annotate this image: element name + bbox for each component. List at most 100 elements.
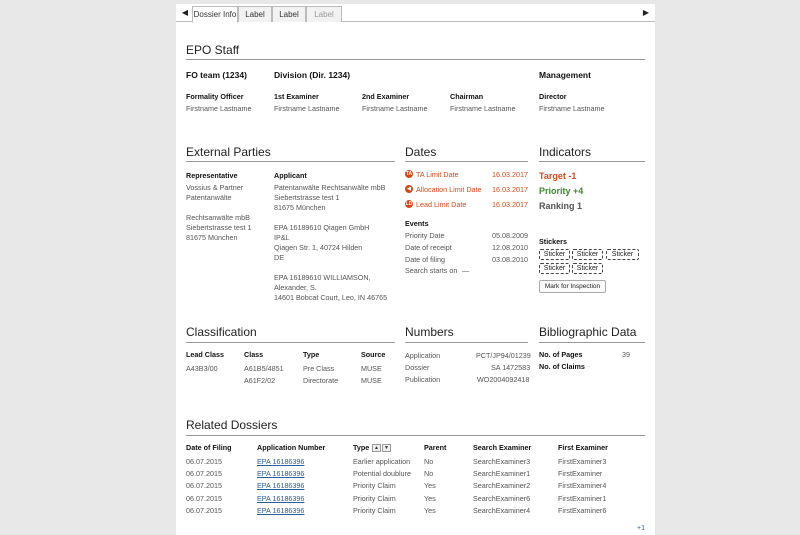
- row-application-number[interactable]: EPA 16186396: [257, 494, 304, 503]
- col-type[interactable]: Type: [353, 443, 369, 452]
- class-value: A61B5/4851: [244, 364, 284, 373]
- col-application-number: Application Number: [257, 443, 326, 452]
- row-date-of-filing: 06.07.2015: [186, 469, 222, 479]
- source-value: MUSE: [361, 376, 382, 385]
- epo-staff-heading: EPO Staff: [186, 43, 240, 57]
- row-application-number[interactable]: EPA 16186396: [257, 506, 304, 515]
- applicant-line: DE: [274, 253, 284, 262]
- sticker[interactable]: Sticker: [606, 249, 639, 260]
- row-type: Priority Claim: [353, 481, 396, 491]
- lead-class-value: A43B3/00: [186, 364, 218, 373]
- dossier-panel: ◀ Dossier Info Label Label Label ▶ EPO S…: [176, 4, 655, 535]
- row-application-number[interactable]: EPA 16186396: [257, 481, 304, 490]
- row-search-examiner: SearchExaminer4: [473, 505, 531, 515]
- no-of-pages-value: 39: [622, 350, 630, 359]
- tab-dossier-info[interactable]: Dossier Info: [192, 6, 238, 23]
- name-formality-officer: Firstname Lastname: [186, 104, 252, 113]
- events-label: Events: [405, 219, 429, 228]
- sticker[interactable]: Sticker: [572, 263, 603, 274]
- tab-bar: ◀ Dossier Info Label Label Label ▶: [176, 4, 655, 23]
- row-parent: Yes: [424, 493, 436, 503]
- ta-limit-value: 16.03.2017: [492, 170, 528, 179]
- applicant-line: IP&L: [274, 233, 290, 242]
- representative-line: Siebertstrasse test 1: [186, 223, 252, 232]
- classification-heading: Classification: [186, 325, 257, 339]
- tab-scroll-left-icon[interactable]: ◀: [178, 4, 192, 22]
- target-indicator: Target -1: [539, 171, 577, 181]
- row-search-examiner: SearchExaminer3: [473, 457, 531, 466]
- class-value: A61F2/02: [244, 376, 276, 385]
- division-label: Division (Dir. 1234): [274, 70, 351, 80]
- sticker[interactable]: Sticker: [539, 263, 570, 274]
- number-label: Application: [405, 351, 441, 360]
- role-chairman: Chairman: [450, 92, 484, 101]
- more-related-link[interactable]: +1: [637, 525, 645, 532]
- epo-staff-rule: [186, 59, 645, 60]
- ta-limit-icon: TA: [405, 170, 413, 178]
- row-parent: No: [424, 457, 434, 466]
- stickers-label: Stickers: [539, 237, 567, 246]
- bibliographic-rule: [539, 342, 645, 343]
- sticker[interactable]: Sticker: [572, 249, 603, 260]
- row-application-number[interactable]: EPA 16186396: [257, 469, 304, 478]
- row-search-examiner: SearchExaminer2: [473, 481, 531, 491]
- tab-label-2[interactable]: Label: [272, 6, 306, 22]
- lead-limit-value: 16.03.2017: [492, 200, 528, 209]
- row-application-number[interactable]: EPA 16186396: [257, 457, 304, 466]
- row-first-examiner: FirstExaminer: [558, 469, 603, 479]
- applicant-line: Qiagen Str. 1, 40724 Hilden: [274, 243, 363, 252]
- row-search-examiner: SearchExaminer1: [473, 469, 531, 479]
- col-first-examiner: First Examiner: [558, 443, 608, 452]
- lead-limit-icon: LD: [405, 200, 413, 208]
- sort-up-icon[interactable]: ▲: [372, 444, 381, 452]
- indicators-rule: [539, 161, 645, 162]
- related-dossiers-heading: Related Dossiers: [186, 418, 278, 432]
- row-type: Priority Claim: [353, 493, 396, 503]
- numbers-heading: Numbers: [405, 325, 454, 339]
- col-date-of-filing: Date of Filing: [186, 443, 232, 452]
- event-value: 03.08.2010: [492, 255, 528, 264]
- row-type: Priority Claim: [353, 505, 396, 515]
- event-value: —: [462, 266, 470, 275]
- number-value: PCT/JP94/01239: [476, 351, 531, 360]
- management-label: Management: [539, 70, 591, 80]
- name-2nd-examiner: Firstname Lastname: [362, 104, 428, 113]
- tab-label-1[interactable]: Label: [238, 6, 272, 22]
- number-label: Publication: [405, 375, 441, 384]
- applicant-line: Siebertstrasse test 1: [274, 193, 340, 202]
- no-of-pages-label: No. of Pages: [539, 350, 583, 359]
- allocation-limit-value: 16.03.2017: [492, 185, 528, 194]
- row-parent: No: [424, 469, 434, 479]
- numbers-rule: [405, 342, 528, 343]
- related-dossiers-rule: [186, 435, 645, 436]
- tab-label-3: Label: [306, 6, 342, 22]
- applicant-line: EPA 16189610 Qiagen GmbH: [274, 223, 370, 232]
- applicant-line: 14601 Bobcat Court, Leo, IN 46765: [274, 293, 388, 302]
- col-search-examiner: Search Examiner: [473, 443, 532, 452]
- row-first-examiner: FirstExaminer6: [558, 505, 607, 515]
- row-date-of-filing: 06.07.2015: [186, 493, 222, 503]
- type-value: Directorate: [303, 376, 339, 385]
- representative-line: 81675 München: [186, 233, 238, 242]
- type-value: Pre Class: [303, 364, 335, 373]
- indicators-heading: Indicators: [539, 145, 592, 159]
- sticker[interactable]: Sticker: [539, 249, 570, 260]
- col-parent: Parent: [424, 443, 447, 452]
- dates-rule: [405, 161, 528, 162]
- row-date-of-filing: 06.07.2015: [186, 457, 222, 466]
- classification-rule: [186, 342, 395, 343]
- row-first-examiner: FirstExaminer1: [558, 493, 607, 503]
- col-class: Class: [244, 350, 264, 359]
- representative-line: Rechtsanwälte mbB: [186, 213, 250, 222]
- row-type: Potential doublure: [353, 469, 411, 479]
- number-label: Dossier: [405, 363, 430, 372]
- representative-line: Patentanwälte: [186, 193, 232, 202]
- ranking-indicator: Ranking 1: [539, 201, 583, 211]
- applicant-line: 81675 München: [274, 203, 326, 212]
- sort-down-icon[interactable]: ▼: [382, 444, 391, 452]
- name-chairman: Firstname Lastname: [450, 104, 516, 113]
- mark-for-inspection-button[interactable]: Mark for Inspection: [539, 280, 606, 293]
- event-value: 12.08.2010: [492, 243, 528, 252]
- tab-scroll-right-icon[interactable]: ▶: [639, 4, 653, 22]
- applicant-line: EPA 16189610 WILLIAMSON,: [274, 273, 371, 282]
